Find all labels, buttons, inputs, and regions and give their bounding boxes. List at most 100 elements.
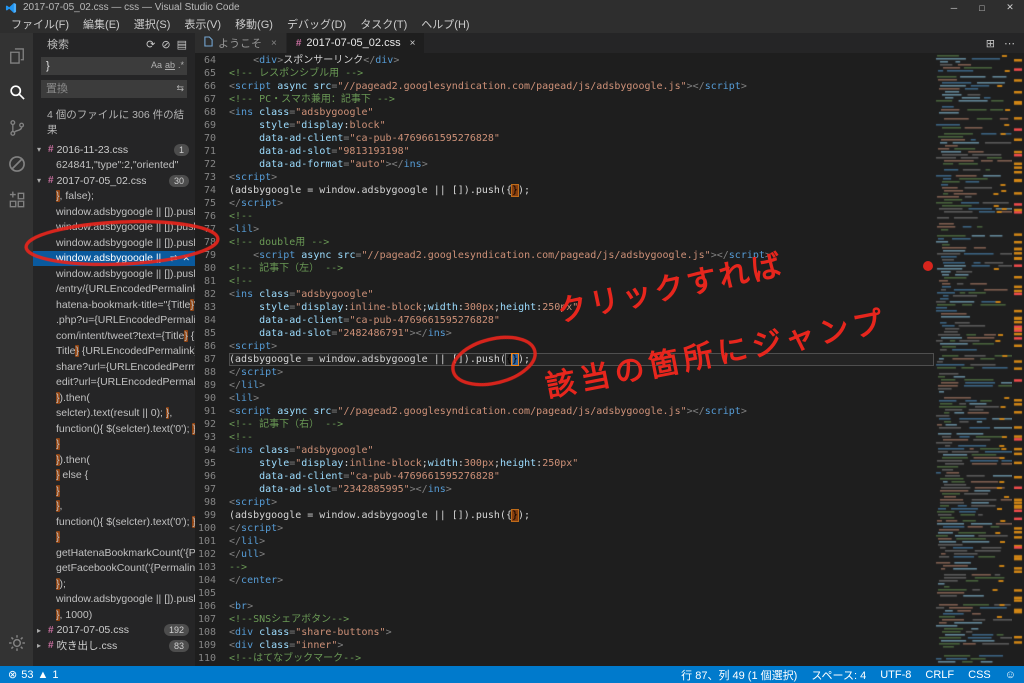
code-line[interactable]: 104 </center> bbox=[195, 574, 934, 587]
code-line[interactable]: 72 data-ad-format="auto"></ins> bbox=[195, 158, 934, 171]
code-line[interactable]: 86 <script> bbox=[195, 340, 934, 353]
result-row[interactable]: }).then( bbox=[33, 452, 195, 468]
line-number[interactable]: 79 bbox=[195, 249, 229, 262]
code-line[interactable]: 106 <br> bbox=[195, 600, 934, 613]
line-number[interactable]: 73 bbox=[195, 171, 229, 184]
refresh-icon[interactable]: ⟳ bbox=[146, 38, 155, 51]
result-row[interactable]: function(){ $(selcter).text('0'); } bbox=[33, 514, 195, 530]
result-row[interactable]: .php?u={URLEncodedPermalink} bbox=[33, 313, 195, 329]
line-number[interactable]: 90 bbox=[195, 392, 229, 405]
result-row[interactable]: }); bbox=[33, 576, 195, 592]
menu-item[interactable]: ヘルプ(H) bbox=[414, 15, 476, 33]
code-line[interactable]: 100 </script> bbox=[195, 522, 934, 535]
code-line[interactable]: 75 </script> bbox=[195, 197, 934, 210]
whole-word-icon[interactable]: ab bbox=[165, 60, 175, 70]
line-number[interactable]: 91 bbox=[195, 405, 229, 418]
code-line[interactable]: 74 (adsbygoogle = window.adsbygoogle || [… bbox=[195, 184, 934, 197]
menu-item[interactable]: デバッグ(D) bbox=[280, 15, 353, 33]
line-number[interactable]: 81 bbox=[195, 275, 229, 288]
result-row[interactable]: } bbox=[33, 437, 195, 453]
chevron-right-icon[interactable]: ▸ bbox=[37, 626, 47, 635]
line-number[interactable]: 85 bbox=[195, 327, 229, 340]
result-row[interactable]: selcter).text(result || 0); }, bbox=[33, 406, 195, 422]
tab-welcome[interactable]: ようこそ × bbox=[195, 33, 287, 53]
menu-item[interactable]: 移動(G) bbox=[228, 15, 280, 33]
code-line[interactable]: 84 data-ad-client="ca-pub-47696615952768… bbox=[195, 314, 934, 327]
line-number[interactable]: 96 bbox=[195, 470, 229, 483]
explorer-icon[interactable] bbox=[0, 38, 33, 74]
eol-setting[interactable]: CRLF bbox=[925, 669, 954, 681]
code-line[interactable]: 92 <!-- 記事下（右） --> bbox=[195, 418, 934, 431]
line-number[interactable]: 108 bbox=[195, 626, 229, 639]
code-area[interactable]: 64 <div>スポンサーリンク</div> 65 <!-- レスポンシブル用 --… bbox=[195, 53, 934, 666]
code-line[interactable]: 101 </lil> bbox=[195, 535, 934, 548]
code-line[interactable]: 70 data-ad-client="ca-pub-47696615952768… bbox=[195, 132, 934, 145]
line-number[interactable]: 80 bbox=[195, 262, 229, 275]
result-row[interactable]: window.adsbygoogle || []).push({}); bbox=[33, 235, 195, 251]
result-row[interactable]: }, 1000) bbox=[33, 607, 195, 623]
language-mode[interactable]: CSS bbox=[968, 669, 991, 681]
code-line[interactable]: 69 style="display:block" bbox=[195, 119, 934, 132]
result-row[interactable]: hatena-bookmark-title="{Title}" bbox=[33, 297, 195, 313]
code-line[interactable]: 93 <!-- bbox=[195, 431, 934, 444]
result-row[interactable]: function(){ $(selcter).text('0'); } bbox=[33, 421, 195, 437]
menu-item[interactable]: ファイル(F) bbox=[4, 15, 76, 33]
more-actions-icon[interactable]: ⋯ bbox=[1004, 37, 1015, 50]
line-number[interactable]: 109 bbox=[195, 639, 229, 652]
code-line[interactable]: 88 </script> bbox=[195, 366, 934, 379]
code-line[interactable]: 78 <!-- double用 --> bbox=[195, 236, 934, 249]
file-row[interactable]: ▾ #2016-11-23.css 1 bbox=[33, 142, 195, 158]
cursor-position[interactable]: 行 87、列 49 (1 個選択) bbox=[681, 667, 797, 683]
line-number[interactable]: 92 bbox=[195, 418, 229, 431]
code-line[interactable]: 107 <!--SNSシェアボタン--> bbox=[195, 613, 934, 626]
regex-icon[interactable]: .* bbox=[178, 60, 184, 70]
code-line[interactable]: 68 <ins class="adsbygoogle" bbox=[195, 106, 934, 119]
line-number[interactable]: 69 bbox=[195, 119, 229, 132]
line-number[interactable]: 83 bbox=[195, 301, 229, 314]
match-case-icon[interactable]: Aa bbox=[151, 60, 162, 70]
code-line[interactable]: 76 <!-- bbox=[195, 210, 934, 223]
line-number[interactable]: 84 bbox=[195, 314, 229, 327]
line-number[interactable]: 94 bbox=[195, 444, 229, 457]
line-number[interactable]: 78 bbox=[195, 236, 229, 249]
tab-active-file[interactable]: #2017-07-05_02.css × bbox=[286, 33, 426, 53]
result-row[interactable]: window.adsbygoogle || []).push({}); bbox=[33, 266, 195, 282]
result-row[interactable]: edit?url={URLEncodedPermalink} bbox=[33, 375, 195, 391]
problems-indicator[interactable]: ⊗ 53 ▲ 1 bbox=[8, 668, 58, 682]
result-row[interactable]: } bbox=[33, 530, 195, 546]
code-line[interactable]: 98 <script> bbox=[195, 496, 934, 509]
code-line[interactable]: 97 data-ad-slot="2342885995"></ins> bbox=[195, 483, 934, 496]
line-number[interactable]: 95 bbox=[195, 457, 229, 470]
menu-item[interactable]: 表示(V) bbox=[177, 15, 228, 33]
line-number[interactable]: 88 bbox=[195, 366, 229, 379]
code-line[interactable]: 82 <ins class="adsbygoogle" bbox=[195, 288, 934, 301]
code-line[interactable]: 85 data-ad-slot="2482486791"></ins> bbox=[195, 327, 934, 340]
line-number[interactable]: 101 bbox=[195, 535, 229, 548]
code-line[interactable]: 89 </lil> bbox=[195, 379, 934, 392]
replace-icon[interactable]: ⇄ bbox=[170, 253, 178, 264]
result-row[interactable]: }, bbox=[33, 499, 195, 515]
tab-close-icon[interactable]: × bbox=[410, 38, 416, 49]
line-number[interactable]: 104 bbox=[195, 574, 229, 587]
result-row[interactable]: window.adsbygoogle || []).push({}); bbox=[33, 220, 195, 236]
result-row[interactable]: } else { bbox=[33, 468, 195, 484]
code-line[interactable]: 94 <ins class="adsbygoogle" bbox=[195, 444, 934, 457]
line-number[interactable]: 76 bbox=[195, 210, 229, 223]
chevron-right-icon[interactable]: ▸ bbox=[37, 641, 47, 650]
line-number[interactable]: 103 bbox=[195, 561, 229, 574]
line-number[interactable]: 82 bbox=[195, 288, 229, 301]
settings-icon[interactable] bbox=[0, 625, 33, 661]
code-line[interactable]: 90 <lil> bbox=[195, 392, 934, 405]
line-number[interactable]: 107 bbox=[195, 613, 229, 626]
result-row[interactable]: share?url={URLEncodedPermalink} bbox=[33, 359, 195, 375]
code-line[interactable]: 87 (adsbygoogle = window.adsbygoogle || [… bbox=[195, 353, 934, 366]
split-editor-icon[interactable]: ⊞ bbox=[986, 37, 995, 50]
encoding-setting[interactable]: UTF-8 bbox=[880, 669, 911, 681]
clear-results-icon[interactable]: ⊘ bbox=[161, 38, 170, 51]
indent-setting[interactable]: スペース: 4 bbox=[811, 667, 866, 683]
code-line[interactable]: 66 <script async src="//pagead2.googlesyn… bbox=[195, 80, 934, 93]
code-line[interactable]: 102 </ull> bbox=[195, 548, 934, 561]
line-number[interactable]: 75 bbox=[195, 197, 229, 210]
chevron-down-icon[interactable]: ▾ bbox=[37, 176, 47, 185]
result-row[interactable]: Title} {URLEncodedPermalink} & bbox=[33, 344, 195, 360]
